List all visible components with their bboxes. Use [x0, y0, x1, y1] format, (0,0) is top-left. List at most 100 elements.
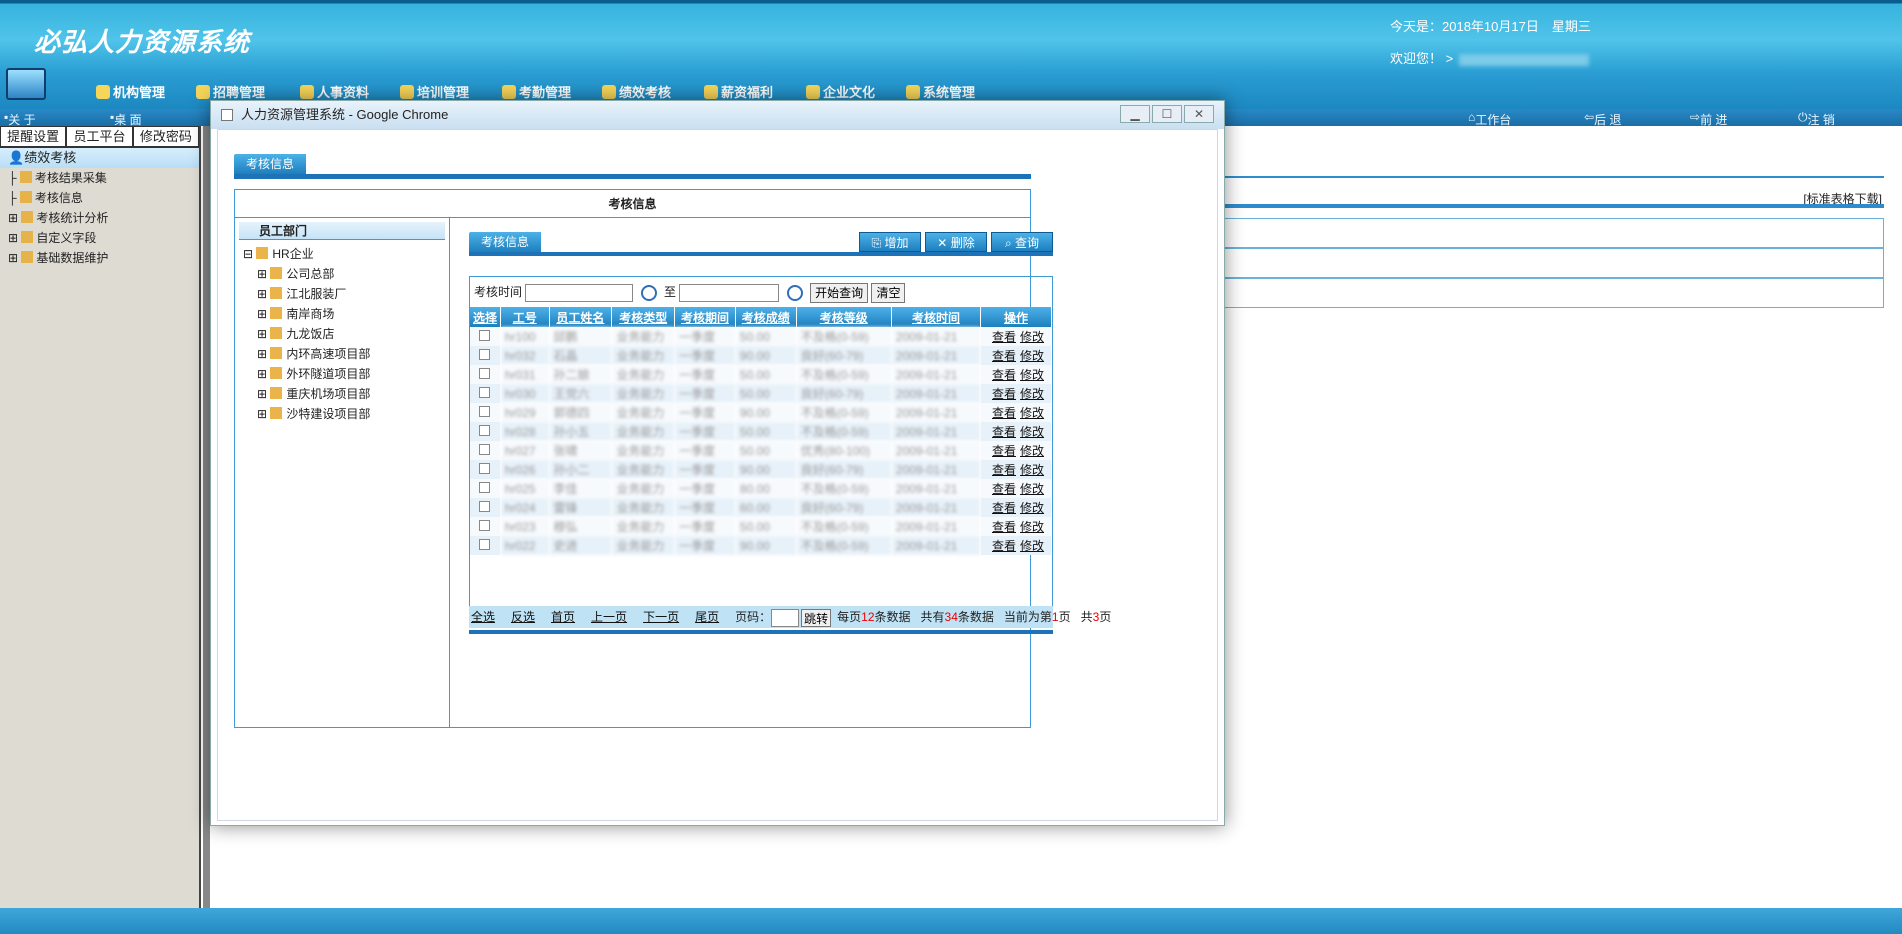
first-page-link[interactable]: 首页 [551, 610, 575, 624]
nav-item-4[interactable]: 培训管理 [400, 82, 469, 101]
prev-page-link[interactable]: 上一页 [591, 610, 627, 624]
sidebar-item-custom-fields[interactable]: ⊞ 自定义字段 [8, 228, 199, 248]
view-link[interactable]: 查看 [992, 406, 1016, 420]
search-icon[interactable] [640, 284, 657, 301]
nav-item-8[interactable]: 企业文化 [806, 82, 875, 101]
row-checkbox[interactable] [479, 443, 491, 455]
edit-link[interactable]: 修改 [1020, 330, 1044, 344]
maximize-button[interactable]: ☐ [1152, 105, 1182, 123]
nav-item-2[interactable]: 招聘管理 [196, 82, 265, 101]
invert-selection-link[interactable]: 反选 [511, 610, 535, 624]
row-checkbox[interactable] [479, 348, 491, 360]
column-header[interactable]: 员工姓名 [549, 307, 613, 327]
org-icon [96, 85, 110, 99]
nav-item-3[interactable]: 人事资料 [300, 82, 369, 101]
dept-item[interactable]: ⊞ 沙特建设项目部 [243, 404, 449, 424]
dept-item[interactable]: ⊞ 南岸商场 [243, 304, 449, 324]
edit-link[interactable]: 修改 [1020, 387, 1044, 401]
desktop-link[interactable]: ▪ 桌 面 [110, 110, 142, 127]
edit-link[interactable]: 修改 [1020, 406, 1044, 420]
dept-item[interactable]: ⊞ 外环隧道项目部 [243, 364, 449, 384]
nav-item-5[interactable]: 考勤管理 [502, 82, 571, 101]
column-header[interactable]: 考核时间 [891, 307, 982, 327]
next-page-link[interactable]: 下一页 [643, 610, 679, 624]
row-checkbox[interactable] [479, 500, 491, 512]
edit-link[interactable]: 修改 [1020, 425, 1044, 439]
view-link[interactable]: 查看 [992, 482, 1016, 496]
row-checkbox[interactable] [479, 538, 491, 550]
view-link[interactable]: 查看 [992, 330, 1016, 344]
sidebar-item-result-collection[interactable]: ├ 考核结果采集 [8, 168, 199, 188]
window-titlebar[interactable]: 人力资源管理系统 - Google Chrome ▁ ☐ ✕ [211, 101, 1224, 129]
edit-link[interactable]: 修改 [1020, 368, 1044, 382]
edit-link[interactable]: 修改 [1020, 520, 1044, 534]
dept-root[interactable]: ⊟ HR企业 [243, 244, 449, 264]
jump-button[interactable]: 跳转 [801, 608, 832, 627]
about-link[interactable]: ▪ 关 于 [4, 110, 36, 127]
forward-link[interactable]: ⇨ 前 进 [1690, 110, 1727, 127]
column-header[interactable]: 考核成绩 [735, 307, 797, 327]
row-checkbox[interactable] [479, 329, 491, 341]
minimize-button[interactable]: ▁ [1120, 105, 1150, 123]
date-to-input[interactable] [679, 283, 780, 302]
row-checkbox[interactable] [479, 386, 491, 398]
tab-assessment-info[interactable]: 考核信息 [234, 154, 307, 174]
select-all-link[interactable]: 全选 [471, 610, 495, 624]
view-link[interactable]: 查看 [992, 444, 1016, 458]
view-link[interactable]: 查看 [992, 520, 1016, 534]
page-number-input[interactable] [771, 608, 800, 627]
add-button[interactable]: ⎘ 增加 [859, 232, 921, 252]
edit-link[interactable]: 修改 [1020, 463, 1044, 477]
nav-item-9[interactable]: 系统管理 [906, 82, 975, 101]
search-icon[interactable] [786, 284, 803, 301]
row-checkbox[interactable] [479, 405, 491, 417]
back-link[interactable]: ⇦ 后 退 [1584, 110, 1621, 127]
sidebar-item-statistics[interactable]: ⊞ 考核统计分析 [8, 208, 199, 228]
edit-link[interactable]: 修改 [1020, 482, 1044, 496]
sidebar-item-assessment-info[interactable]: ├ 考核信息 [8, 188, 199, 208]
row-checkbox[interactable] [479, 481, 491, 493]
edit-link[interactable]: 修改 [1020, 444, 1044, 458]
view-link[interactable]: 查看 [992, 349, 1016, 363]
view-link[interactable]: 查看 [992, 425, 1016, 439]
sidebar-item-base-data[interactable]: ⊞ 基础数据维护 [8, 248, 199, 268]
view-link[interactable]: 查看 [992, 387, 1016, 401]
start-query-button[interactable]: 开始查询 [810, 282, 869, 303]
dept-item[interactable]: ⊞ 内环高速项目部 [243, 344, 449, 364]
row-checkbox[interactable] [479, 462, 491, 474]
column-header[interactable]: 考核期间 [674, 307, 736, 327]
query-button[interactable]: ⌕ 查询 [991, 232, 1053, 252]
clear-button[interactable]: 清空 [871, 282, 906, 303]
edit-link[interactable]: 修改 [1020, 349, 1044, 363]
column-header[interactable]: 考核等级 [796, 307, 892, 327]
close-button[interactable]: ✕ [1184, 105, 1214, 123]
nav-item-6[interactable]: 绩效考核 [602, 82, 671, 101]
tab-employee-platform[interactable]: 员工平台 [66, 126, 133, 147]
row-checkbox[interactable] [479, 367, 491, 379]
dept-item[interactable]: ⊞ 江北服装厂 [243, 284, 449, 304]
column-header[interactable]: 工号 [500, 307, 550, 327]
view-link[interactable]: 查看 [992, 539, 1016, 553]
tab-change-password[interactable]: 修改密码 [132, 126, 199, 147]
edit-link[interactable]: 修改 [1020, 539, 1044, 553]
view-link[interactable]: 查看 [992, 463, 1016, 477]
nav-item-1[interactable]: 机构管理 [96, 82, 165, 101]
row-checkbox[interactable] [479, 424, 491, 436]
dept-item[interactable]: ⊞ 公司总部 [243, 264, 449, 284]
view-link[interactable]: 查看 [992, 501, 1016, 515]
date-from-input[interactable] [525, 283, 634, 302]
row-checkbox[interactable] [479, 519, 491, 531]
workbench-link[interactable]: ⌂ 工作台 [1468, 110, 1511, 127]
tab-reminder[interactable]: 提醒设置 [0, 126, 67, 147]
edit-link[interactable]: 修改 [1020, 501, 1044, 515]
logout-link[interactable]: ⏻ 注 销 [1798, 110, 1835, 127]
sidebar-splitter[interactable] [203, 126, 210, 908]
column-header[interactable]: 考核类型 [611, 307, 676, 327]
nav-item-7[interactable]: 薪资福利 [704, 82, 773, 101]
inner-tab-assessment[interactable]: 考核信息 [469, 232, 542, 252]
dept-item[interactable]: ⊞ 九龙饭店 [243, 324, 449, 344]
view-link[interactable]: 查看 [992, 368, 1016, 382]
dept-item[interactable]: ⊞ 重庆机场项目部 [243, 384, 449, 404]
delete-button[interactable]: ✕ 删除 [925, 232, 987, 252]
last-page-link[interactable]: 尾页 [695, 610, 719, 624]
